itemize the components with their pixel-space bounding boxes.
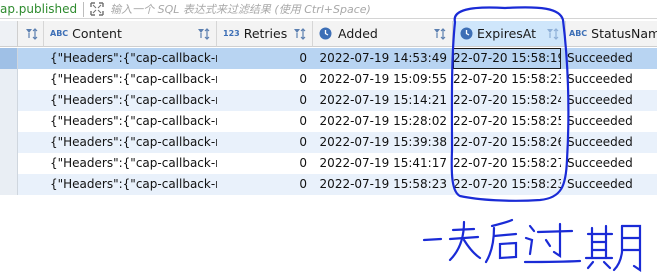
text-type-icon: ABC: [50, 29, 69, 38]
status-cell[interactable]: Succeeded: [567, 90, 657, 111]
column-label: StatusName: [591, 26, 657, 41]
column-header-expiresat[interactable]: ExpiresAt: [453, 21, 566, 47]
content-cell[interactable]: {"Headers":{"cap-callback-na: [50, 132, 217, 153]
retries-cell[interactable]: 0: [217, 111, 307, 132]
content-cell[interactable]: {"Headers":{"cap-callback-na: [50, 69, 217, 90]
sort-filter-icon[interactable]: [196, 27, 212, 41]
table-row[interactable]: {"Headers":{"cap-callback-na 0 2022-07-1…: [0, 174, 657, 195]
retries-cell[interactable]: 0: [217, 132, 307, 153]
table-row[interactable]: {"Headers":{"cap-callback-na 0 2022-07-1…: [0, 48, 657, 69]
filter-separator: [83, 1, 85, 17]
filter-bar: ap.published: [0, 0, 657, 19]
expiresat-cell[interactable]: 22-07-20 15:58:23: [453, 69, 561, 90]
table-row[interactable]: {"Headers":{"cap-callback-na 0 2022-07-1…: [0, 69, 657, 90]
content-cell[interactable]: {"Headers":{"cap-callback-na: [50, 90, 217, 111]
table-row[interactable]: {"Headers":{"cap-callback-na 0 2022-07-1…: [0, 132, 657, 153]
expiresat-cell[interactable]: 22-07-20 15:58:26: [453, 132, 561, 153]
sort-filter-icon[interactable]: [292, 27, 308, 41]
added-cell[interactable]: 2022-07-19 15:14:21: [313, 90, 447, 111]
retries-cell[interactable]: 0: [217, 48, 307, 69]
column-label: Content: [72, 26, 122, 41]
added-cell[interactable]: 2022-07-19 14:53:49: [313, 48, 447, 69]
status-cell[interactable]: Succeeded: [567, 69, 657, 90]
retries-cell[interactable]: 0: [217, 153, 307, 174]
expiresat-cell[interactable]: 22-07-20 15:58:27: [453, 153, 561, 174]
retries-cell[interactable]: 0: [217, 174, 307, 195]
sort-filter-icon[interactable]: [24, 27, 40, 41]
row-number-cell[interactable]: [0, 111, 18, 132]
sort-filter-icon[interactable]: [432, 27, 448, 41]
retries-cell[interactable]: 0: [217, 69, 307, 90]
added-cell[interactable]: 2022-07-19 15:09:55: [313, 69, 447, 90]
row-number-cell[interactable]: [0, 90, 18, 111]
status-cell[interactable]: Succeeded: [567, 174, 657, 195]
column-header-statusname[interactable]: ABC StatusName: [566, 21, 657, 47]
sql-filter-input[interactable]: [110, 2, 511, 16]
status-cell[interactable]: Succeeded: [567, 132, 657, 153]
status-cell[interactable]: Succeeded: [567, 153, 657, 174]
table-row[interactable]: {"Headers":{"cap-callback-na 0 2022-07-1…: [0, 90, 657, 111]
row-number-cell[interactable]: [0, 153, 18, 174]
expiresat-cell[interactable]: 22-07-20 15:58:25: [453, 111, 561, 132]
content-cell[interactable]: {"Headers":{"cap-callback-na: [50, 153, 217, 174]
row-number-cell[interactable]: [0, 132, 18, 153]
column-header-retries[interactable]: 123 Retries: [217, 21, 313, 47]
table-name[interactable]: ap.published: [0, 2, 77, 16]
table-row[interactable]: {"Headers":{"cap-callback-na 0 2022-07-1…: [0, 153, 657, 174]
added-cell[interactable]: 2022-07-19 15:41:17: [313, 153, 447, 174]
expiresat-cell[interactable]: 22-07-20 15:58:23: [453, 174, 561, 195]
added-cell[interactable]: 2022-07-19 15:58:23: [313, 174, 447, 195]
retries-cell[interactable]: 0: [217, 90, 307, 111]
row-select-header[interactable]: [18, 21, 44, 47]
expand-filter-icon[interactable]: [90, 2, 104, 16]
expiresat-cell[interactable]: 22-07-20 15:58:24: [453, 90, 561, 111]
sort-filter-icon[interactable]: [545, 27, 561, 41]
datetime-type-icon: [319, 27, 332, 40]
column-header-content[interactable]: ABC Content: [44, 21, 217, 47]
row-number-cell[interactable]: [0, 174, 18, 195]
status-cell[interactable]: Succeeded: [567, 111, 657, 132]
number-type-icon: 123: [223, 29, 240, 38]
content-cell[interactable]: {"Headers":{"cap-callback-na: [50, 48, 217, 69]
row-number-cell[interactable]: [0, 69, 18, 90]
added-cell[interactable]: 2022-07-19 15:28:02: [313, 111, 447, 132]
added-cell[interactable]: 2022-07-19 15:39:38: [313, 132, 447, 153]
column-label: Retries: [243, 26, 288, 41]
datetime-type-icon: [460, 27, 473, 40]
content-cell[interactable]: {"Headers":{"cap-callback-na: [50, 111, 217, 132]
content-cell[interactable]: {"Headers":{"cap-callback-na: [50, 174, 217, 195]
row-number-header: [0, 21, 18, 47]
row-number-cell[interactable]: [0, 48, 18, 69]
table-row[interactable]: {"Headers":{"cap-callback-na 0 2022-07-1…: [0, 111, 657, 132]
text-type-icon: ABC: [569, 29, 588, 38]
status-cell[interactable]: Succeeded: [567, 48, 657, 69]
expiresat-cell[interactable]: 22-07-20 15:58:19: [453, 48, 561, 69]
column-label: ExpiresAt: [477, 26, 537, 41]
annotation-handwriting: [422, 218, 642, 272]
column-label: Added: [338, 26, 378, 41]
column-header-added[interactable]: Added: [313, 21, 453, 47]
